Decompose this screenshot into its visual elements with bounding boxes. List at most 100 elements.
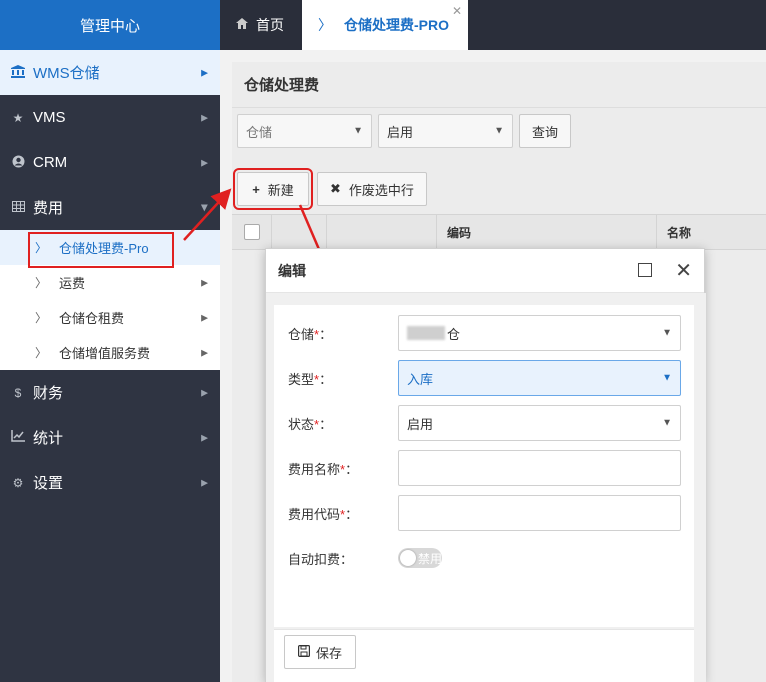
void-selected-button[interactable]: ✖ 作废选中行 bbox=[317, 172, 427, 206]
auto-deduct-toggle[interactable]: 禁用 bbox=[398, 548, 442, 568]
chevron-right-icon: ▶ bbox=[201, 67, 208, 77]
plus-icon: + bbox=[252, 181, 260, 197]
new-button-label: 新建 bbox=[267, 182, 294, 198]
sidebar-item-fees[interactable]: 费用 ▶ bbox=[0, 185, 220, 230]
sidebar-item-settings[interactable]: ⚙ 设置 ▶ bbox=[0, 460, 220, 505]
sidebar-subitem-label: 仓储仓租费 bbox=[59, 311, 125, 326]
save-button[interactable]: 保存 bbox=[284, 635, 356, 669]
table-header: 编码 名称 bbox=[232, 214, 766, 250]
chevron-right-icon: ▶ bbox=[201, 112, 208, 122]
fee-name-input[interactable] bbox=[398, 450, 681, 486]
sidebar-subitem-value-added[interactable]: 〉 仓储增值服务费 ▶ bbox=[0, 335, 220, 370]
select-all-checkbox-cell bbox=[232, 215, 272, 249]
table-icon bbox=[10, 200, 26, 215]
brand-title: 管理中心 bbox=[0, 0, 220, 50]
select-all-checkbox[interactable] bbox=[243, 224, 260, 240]
caret-right-icon: ▶ bbox=[201, 347, 208, 357]
status-label: 状态*： bbox=[288, 416, 333, 432]
type-select[interactable]: 入库 ▼ bbox=[398, 360, 681, 396]
tab-label: 首页 bbox=[256, 17, 284, 33]
chevron-down-icon: ▶ bbox=[200, 204, 211, 211]
sidebar-subitem-freight[interactable]: 〉 运费 ▶ bbox=[0, 265, 220, 300]
sidebar-item-crm[interactable]: CRM ▶ bbox=[0, 140, 220, 185]
chevron-right-icon: ▶ bbox=[201, 387, 208, 397]
sidebar-item-label: VMS bbox=[33, 109, 66, 126]
tab-label: 仓储处理费-PRO bbox=[344, 17, 449, 33]
close-icon[interactable]: ✕ bbox=[675, 258, 692, 283]
warehouse-filter-value: 仓储 bbox=[246, 124, 273, 140]
dialog-title: 编辑 bbox=[278, 262, 306, 279]
tab-storage-handling-fee[interactable]: 〉 仓储处理费-PRO ✕ bbox=[302, 0, 468, 50]
redacted-text bbox=[407, 326, 445, 340]
highlight-box bbox=[28, 232, 174, 268]
filter-bar: 仓储 ▼ 启用 ▼ 查询 bbox=[237, 114, 572, 148]
caret-down-icon: ▼ bbox=[662, 327, 672, 339]
form-row-type: 类型*： 入库 ▼ bbox=[274, 360, 694, 396]
caret-down-icon: ▼ bbox=[353, 125, 363, 137]
form-row-fee-code: 费用代码*： bbox=[274, 495, 694, 531]
caret-down-icon: ▼ bbox=[662, 417, 672, 429]
star-icon: ★ bbox=[12, 110, 24, 125]
form-row-warehouse: 仓储*： 仓 ▼ bbox=[274, 315, 694, 351]
column-header-blank bbox=[272, 215, 327, 249]
warehouse-select[interactable]: 仓 ▼ bbox=[398, 315, 681, 351]
toggle-label: 禁用 bbox=[418, 551, 443, 566]
column-header-code[interactable]: 编码 bbox=[437, 215, 657, 249]
action-bar: + 新建 ✖ 作废选中行 bbox=[233, 168, 427, 210]
chevron-right-icon: ▶ bbox=[201, 157, 208, 167]
auto-deduct-label: 自动扣费： bbox=[288, 551, 354, 567]
fee-name-label: 费用名称*： bbox=[288, 461, 359, 477]
sidebar-item-label: 财务 bbox=[33, 385, 64, 402]
edit-dialog: 编辑 ✕ 仓储*： 仓 ▼ 类型*： 入库 ▼ 状态*： 启用 ▼ 费用名称*：… bbox=[265, 248, 706, 682]
close-icon[interactable]: ✕ bbox=[452, 4, 462, 18]
query-button[interactable]: 查询 bbox=[519, 114, 572, 148]
sidebar-item-label: 设置 bbox=[33, 475, 64, 492]
fee-code-input[interactable] bbox=[398, 495, 681, 531]
chevron-right-icon: 〉 bbox=[318, 17, 332, 33]
sidebar-item-label: WMS仓储 bbox=[33, 65, 100, 82]
caret-down-icon: ▼ bbox=[662, 372, 672, 384]
sidebar-item-finance[interactable]: $ 财务 ▶ bbox=[0, 370, 220, 415]
status-value: 启用 bbox=[407, 416, 434, 432]
dialog-form: 仓储*： 仓 ▼ 类型*： 入库 ▼ 状态*： 启用 ▼ 费用名称*： 费用代码… bbox=[274, 305, 694, 627]
page-title: 仓储处理费 bbox=[232, 62, 766, 108]
sidebar-subitem-storage-rent[interactable]: 〉 仓储仓租费 ▶ bbox=[0, 300, 220, 335]
chevron-right-icon: 〉 bbox=[35, 346, 48, 360]
sidebar-item-vms[interactable]: ★ VMS ▶ bbox=[0, 95, 220, 140]
sidebar-item-label: CRM bbox=[33, 154, 68, 171]
warehouse-filter-select[interactable]: 仓储 ▼ bbox=[237, 114, 372, 148]
form-row-auto-deduct: 自动扣费： 禁用 bbox=[274, 540, 694, 576]
gear-icon: ⚙ bbox=[12, 475, 24, 490]
home-icon bbox=[236, 18, 248, 32]
sidebar-item-label: 统计 bbox=[33, 430, 64, 447]
line-chart-icon bbox=[10, 430, 26, 445]
caret-down-icon: ▼ bbox=[494, 125, 504, 137]
column-header-blank bbox=[327, 215, 437, 249]
status-filter-select[interactable]: 启用 ▼ bbox=[378, 114, 513, 148]
caret-right-icon: ▶ bbox=[201, 277, 208, 287]
new-button[interactable]: + 新建 bbox=[233, 168, 313, 210]
status-select[interactable]: 启用 ▼ bbox=[398, 405, 681, 441]
column-header-name[interactable]: 名称 bbox=[657, 215, 766, 249]
tab-home[interactable]: 首页 bbox=[220, 0, 302, 50]
x-icon: ✖ bbox=[330, 181, 341, 196]
sidebar-subitem-label: 仓储增值服务费 bbox=[59, 346, 151, 361]
warehouse-value: 仓 bbox=[447, 326, 461, 342]
dollar-icon: $ bbox=[14, 385, 22, 400]
toggle-knob bbox=[400, 550, 416, 566]
dialog-header: 编辑 ✕ bbox=[266, 249, 704, 293]
dialog-footer: 保存 bbox=[274, 629, 694, 682]
status-filter-value: 启用 bbox=[387, 124, 414, 140]
sidebar-item-stats[interactable]: 统计 ▶ bbox=[0, 415, 220, 460]
maximize-icon[interactable] bbox=[638, 263, 652, 277]
form-row-status: 状态*： 启用 ▼ bbox=[274, 405, 694, 441]
save-button-label: 保存 bbox=[315, 645, 342, 661]
user-circle-icon bbox=[10, 155, 26, 171]
chevron-right-icon: 〉 bbox=[35, 276, 48, 290]
chevron-right-icon: 〉 bbox=[35, 311, 48, 325]
sidebar-item-wms[interactable]: WMS仓储 ▶ bbox=[0, 50, 220, 95]
sidebar-subitem-label: 运费 bbox=[59, 276, 86, 291]
tab-bar: 首页 〉 仓储处理费-PRO ✕ bbox=[220, 0, 766, 50]
sidebar: 管理中心 WMS仓储 ▶ ★ VMS ▶ CRM ▶ 费用 ▶ 〉 仓储处理费-… bbox=[0, 0, 220, 682]
chevron-right-icon: ▶ bbox=[201, 432, 208, 442]
